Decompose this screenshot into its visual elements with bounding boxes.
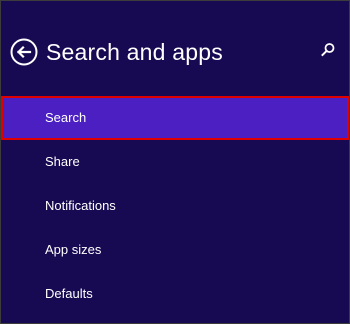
menu-item-notifications[interactable]: Notifications [1,184,349,228]
page-title: Search and apps [46,39,223,65]
menu-item-label: Notifications [45,198,116,213]
menu-item-defaults[interactable]: Defaults [1,272,349,316]
menu-item-label: App sizes [45,242,102,257]
search-icon [321,43,335,57]
back-arrow-icon [10,38,38,66]
settings-pane: Search and apps Search Share Notificatio… [0,0,350,324]
settings-menu: Search Share Notifications App sizes Def… [1,96,349,316]
menu-item-label: Defaults [45,286,93,301]
menu-item-app-sizes[interactable]: App sizes [1,228,349,272]
menu-item-share[interactable]: Share [1,140,349,184]
menu-item-search[interactable]: Search [1,96,349,140]
back-button[interactable] [9,37,39,67]
search-button[interactable] [319,41,337,59]
menu-item-label: Search [45,110,87,125]
menu-item-label: Share [45,154,80,169]
header: Search and apps [1,23,349,79]
